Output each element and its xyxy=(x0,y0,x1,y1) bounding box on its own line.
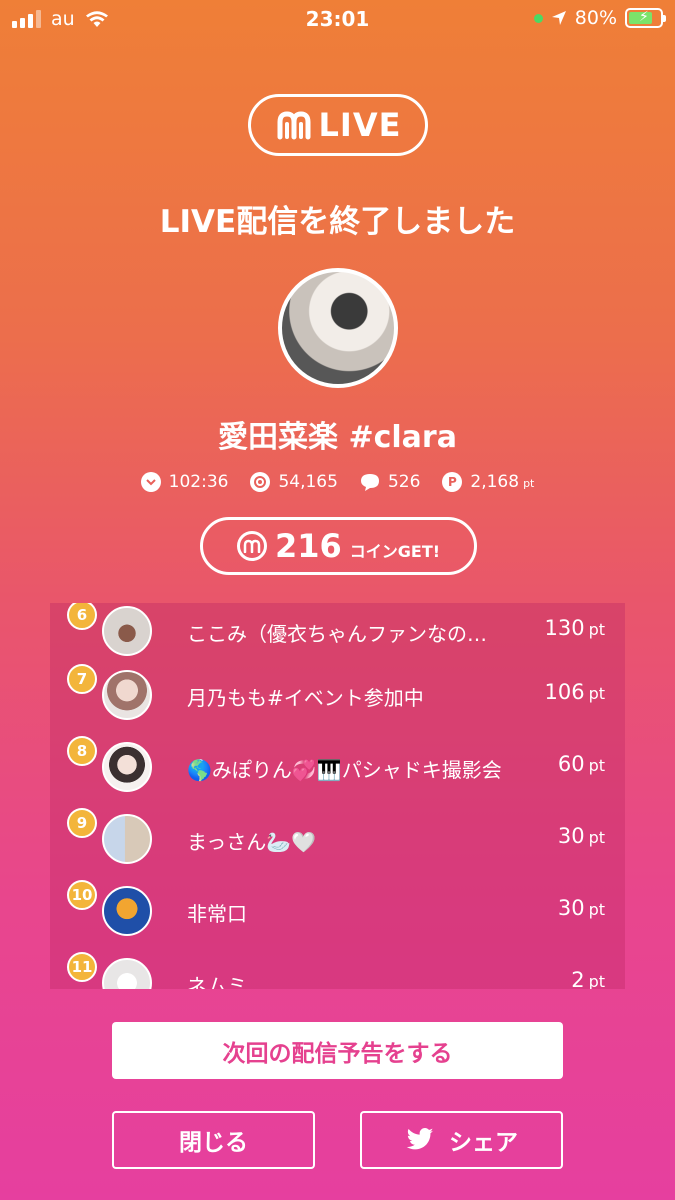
avatar xyxy=(102,958,152,989)
page-title: LIVE配信を終了しました xyxy=(159,204,516,240)
avatar xyxy=(102,606,152,656)
points-unit: pt xyxy=(523,477,535,490)
rank-points: 60 pt xyxy=(557,752,605,776)
rank-badge: 7 xyxy=(67,664,97,694)
rank-points: 130 pt xyxy=(544,616,605,640)
battery-icon: ⚡ xyxy=(625,8,666,28)
avatar xyxy=(102,814,152,864)
coin-reward-badge: 216 コインGET! xyxy=(200,517,477,575)
rank-user-name: 🌎みぽりん💞🎹パシャドキ撮影会 xyxy=(187,758,502,782)
logo-text: LIVE xyxy=(318,106,402,144)
duration-value: 102:36 xyxy=(168,472,229,492)
comment-icon xyxy=(360,474,379,491)
coin-label: コインGET! xyxy=(349,542,441,561)
status-bar: au 23:01 80% ⚡ xyxy=(0,0,675,40)
rank-badge: 11 xyxy=(67,952,97,982)
rank-badge: 6 xyxy=(67,603,97,630)
share-button-label: シェア xyxy=(449,1130,518,1156)
list-item[interactable]: 10 非常口 30 pt xyxy=(50,880,625,952)
stream-stats: 102:36 54,165 526 P 2,168 pt xyxy=(0,472,675,492)
rank-points: 106 pt xyxy=(544,680,605,704)
list-item[interactable]: 7 月乃もも#イベント参加中 106 pt xyxy=(50,664,625,736)
coin-icon xyxy=(236,531,267,561)
avatar xyxy=(102,886,152,936)
viewers-icon xyxy=(250,472,271,492)
m-logo-icon xyxy=(277,111,311,140)
comments-value: 526 xyxy=(387,472,421,492)
twitter-icon xyxy=(406,1128,434,1150)
streamer-name: 愛田菜楽 #clara xyxy=(218,420,457,455)
rank-user-name: ここみ（優衣ちゃんファンなの… xyxy=(187,622,487,646)
close-button[interactable]: 閉じる xyxy=(112,1111,315,1169)
rank-points: 2 pt xyxy=(571,968,605,989)
stat-viewers: 54,165 xyxy=(250,472,338,492)
stat-points: P 2,168 pt xyxy=(442,472,534,492)
streamer-avatar xyxy=(278,268,398,388)
rank-user-name: 月乃もも#イベント参加中 xyxy=(187,686,424,710)
avatar xyxy=(102,670,152,720)
list-item[interactable]: 6 ここみ（優衣ちゃんファンなの… 130 pt xyxy=(50,603,625,672)
stat-duration: 102:36 xyxy=(140,472,229,492)
mic-indicator-icon xyxy=(533,13,543,23)
list-item[interactable]: 11 ネムミ 2 pt xyxy=(50,952,625,989)
points-icon: P xyxy=(442,472,463,492)
list-item[interactable]: 8 🌎みぽりん💞🎹パシャドキ撮影会 60 pt xyxy=(50,736,625,808)
clock-icon xyxy=(140,472,161,492)
avatar xyxy=(102,742,152,792)
stat-comments: 526 xyxy=(360,472,420,492)
points-value: 2,168 xyxy=(470,472,520,492)
rank-user-name: 非常口 xyxy=(187,902,247,926)
rank-user-name: ネムミ xyxy=(187,974,247,989)
rank-badge: 9 xyxy=(67,808,97,838)
mixchannel-live-logo: LIVE xyxy=(248,94,428,156)
close-button-label: 閉じる xyxy=(179,1130,248,1156)
coin-amount: 216 xyxy=(274,527,342,565)
viewers-value: 54,165 xyxy=(278,472,338,492)
rank-user-name: まっさん🦢🤍 xyxy=(187,830,317,854)
announce-next-stream-button[interactable]: 次回の配信予告をする xyxy=(112,1022,563,1079)
list-item[interactable]: 9 まっさん🦢🤍 30 pt xyxy=(50,808,625,880)
battery-percent: 80% xyxy=(574,7,617,29)
rank-points: 30 pt xyxy=(557,824,605,848)
rank-badge: 8 xyxy=(67,736,97,766)
location-arrow-icon xyxy=(551,11,566,25)
rank-badge: 10 xyxy=(67,880,97,910)
ranking-list[interactable]: 6 ここみ（優衣ちゃんファンなの… 130 pt 7 月乃もも#イベント参加中 1… xyxy=(50,603,625,989)
share-button[interactable]: シェア xyxy=(360,1111,563,1169)
rank-points: 30 pt xyxy=(557,896,605,920)
